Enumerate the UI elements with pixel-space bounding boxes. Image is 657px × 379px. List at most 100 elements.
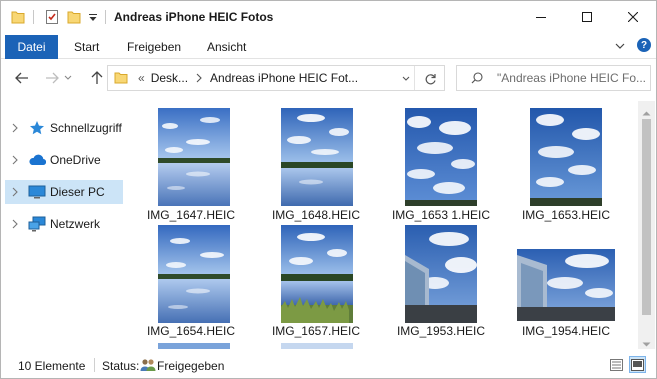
file-tile[interactable]: IMG_1954.HEIC	[505, 221, 627, 341]
sidebar-item-label: Netzwerk	[50, 217, 101, 231]
refresh-button[interactable]	[422, 71, 438, 87]
file-name: IMG_1654.HEIC	[146, 324, 236, 338]
status-divider	[94, 358, 95, 372]
forward-button[interactable]	[41, 67, 63, 89]
close-icon	[627, 12, 638, 22]
chevron-down-icon	[615, 43, 625, 49]
file-name: IMG_1657.HEIC	[271, 324, 361, 338]
recent-locations-button[interactable]	[61, 67, 75, 89]
photo-thumbnail	[158, 108, 230, 206]
search-box[interactable]: "Andreas iPhone HEIC Fo...	[456, 65, 651, 91]
help-icon[interactable]: ?	[637, 38, 651, 52]
large-icons-view-button[interactable]	[629, 356, 646, 373]
file-name: IMG_1954.HEIC	[521, 324, 611, 338]
network-icon	[28, 216, 46, 232]
status-bar: 10 Elemente Status: Freigegeben	[1, 351, 656, 379]
breadcrumb-overflow[interactable]: «	[138, 71, 145, 85]
sidebar-item-label: OneDrive	[50, 153, 101, 167]
file-tile[interactable]: IMG_1647.HEIC	[130, 103, 252, 223]
title-separator	[105, 10, 106, 24]
folder-icon[interactable]	[11, 9, 25, 25]
chevron-right-icon[interactable]	[8, 123, 22, 133]
chevron-down-icon	[402, 76, 410, 81]
minimize-icon	[535, 17, 546, 18]
photo-thumbnail	[405, 225, 477, 323]
share-status: Freigegeben	[157, 359, 225, 373]
minimize-button[interactable]	[518, 1, 563, 33]
breadcrumb-separator-icon	[196, 73, 202, 83]
photo-thumbnail	[517, 249, 615, 321]
file-tile[interactable]: IMG_1657.HEIC	[255, 221, 377, 341]
large-icons-view-icon	[631, 358, 644, 371]
file-name: IMG_1653 1.HEIC	[391, 208, 491, 222]
cloud-icon	[28, 152, 46, 168]
maximize-icon	[581, 12, 592, 22]
sidebar-item-quick-access[interactable]: Schnellzugriff	[5, 116, 123, 140]
file-name: IMG_1953.HEIC	[396, 324, 486, 338]
file-tile[interactable]: IMG_1654.HEIC	[130, 221, 252, 341]
arrow-right-icon	[46, 72, 59, 84]
chevron-right-icon[interactable]	[8, 187, 22, 197]
window-title: Andreas iPhone HEIC Fotos	[114, 10, 274, 24]
file-name: IMG_1647.HEIC	[146, 208, 236, 222]
scrollbar-thumb[interactable]	[642, 119, 651, 315]
sidebar-item-label: Dieser PC	[50, 185, 105, 199]
up-button[interactable]	[86, 67, 108, 89]
navigation-bar: « Desk... Andreas iPhone HEIC Fot... "An…	[1, 59, 656, 99]
file-name: IMG_1653.HEIC	[521, 208, 611, 222]
status-label: Status:	[102, 359, 140, 373]
scroll-up-icon[interactable]	[642, 105, 651, 119]
dropdown-arrow-icon[interactable]	[88, 9, 98, 25]
photo-thumbnail	[530, 108, 602, 206]
breadcrumb-desktop[interactable]: Desk...	[151, 71, 188, 85]
computer-icon	[28, 184, 46, 200]
photo-thumbnail	[405, 108, 477, 206]
ribbon-tabs: Datei Start Freigeben Ansicht ?	[1, 33, 656, 59]
address-bar[interactable]: « Desk... Andreas iPhone HEIC Fot...	[107, 65, 445, 91]
file-tile[interactable]: IMG_1653.HEIC	[505, 103, 627, 223]
arrow-left-icon	[15, 72, 28, 84]
tab-view[interactable]: Ansicht	[207, 35, 246, 59]
item-count: 10 Elemente	[18, 359, 86, 373]
file-tile[interactable]: IMG_1648.HEIC	[255, 103, 377, 223]
close-button[interactable]	[610, 1, 655, 33]
search-input[interactable]: "Andreas iPhone HEIC Fo...	[497, 71, 647, 85]
folder-icon	[114, 71, 128, 85]
qa-separator	[33, 10, 34, 24]
scroll-down-icon[interactable]	[642, 337, 651, 351]
file-list: IMG_1647.HEIC IMG_1648.HEIC IMG_1653 1.H…	[125, 101, 638, 349]
sidebar-item-this-pc[interactable]: Dieser PC	[5, 180, 123, 204]
star-icon	[28, 120, 46, 136]
photo-thumbnail	[281, 225, 353, 323]
chevron-right-icon[interactable]	[8, 155, 22, 165]
navigation-pane: Schnellzugriff OneDrive Dieser PC Netzwe…	[1, 101, 125, 349]
photo-thumbnail[interactable]	[158, 343, 230, 349]
address-dropdown-button[interactable]	[400, 74, 412, 84]
maximize-button[interactable]	[564, 1, 609, 33]
file-tile[interactable]: IMG_1653 1.HEIC	[380, 103, 502, 223]
chevron-right-icon[interactable]	[8, 219, 22, 229]
breadcrumb-current-folder[interactable]: Andreas iPhone HEIC Fot...	[210, 71, 358, 85]
sidebar-item-label: Schnellzugriff	[50, 121, 122, 135]
explorer-window: Andreas iPhone HEIC Fotos Datei Start Fr…	[0, 0, 657, 379]
address-divider	[414, 66, 415, 90]
file-tile[interactable]: IMG_1953.HEIC	[380, 221, 502, 341]
sidebar-item-onedrive[interactable]: OneDrive	[5, 148, 123, 172]
chevron-down-icon	[64, 75, 72, 80]
details-view-button[interactable]	[608, 356, 625, 373]
title-bar: Andreas iPhone HEIC Fotos	[1, 1, 656, 33]
back-button[interactable]	[11, 67, 33, 89]
tab-file[interactable]: Datei	[5, 35, 58, 59]
photo-thumbnail[interactable]	[281, 343, 353, 349]
refresh-icon	[425, 73, 436, 84]
expand-ribbon-button[interactable]	[614, 40, 626, 52]
sidebar-item-network[interactable]: Netzwerk	[5, 212, 123, 236]
tab-share[interactable]: Freigeben	[127, 35, 181, 59]
shared-users-icon	[140, 357, 156, 373]
properties-icon[interactable]	[45, 9, 59, 25]
details-view-icon	[610, 358, 623, 371]
tab-start[interactable]: Start	[74, 35, 99, 59]
new-folder-icon[interactable]	[67, 9, 81, 25]
vertical-scrollbar[interactable]	[638, 101, 655, 349]
photo-thumbnail	[281, 108, 353, 206]
